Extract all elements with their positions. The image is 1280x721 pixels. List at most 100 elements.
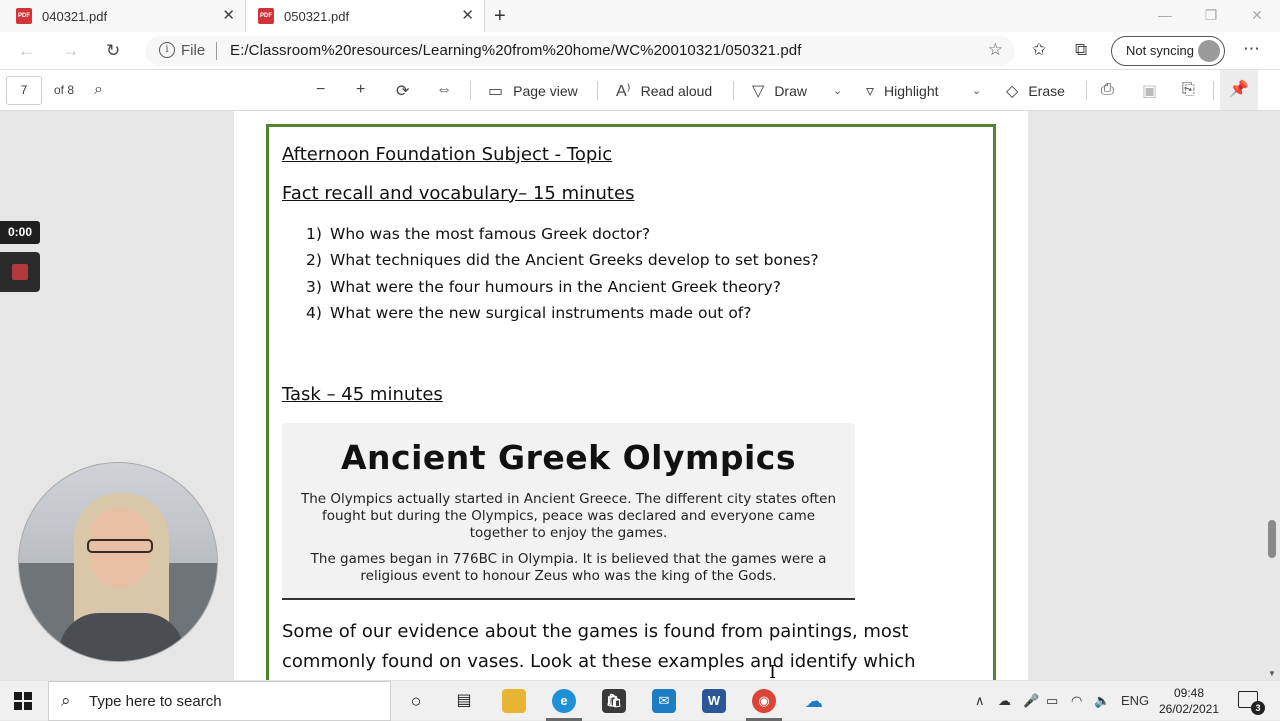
windows-start-icon[interactable] [14,692,32,710]
eraser-icon: ◇ [1006,83,1019,100]
page-total: of 8 [54,83,75,97]
store-icon[interactable]: 🛍 [602,689,626,713]
url-text[interactable]: E:/Classroom%20resources/Learning%20from… [230,42,802,59]
wifi-icon[interactable]: ◠ [1071,693,1082,709]
tab-040321[interactable]: PDF 040321.pdf ✕ [0,0,245,32]
stop-icon [12,264,28,280]
draw-icon: ▽ [752,83,765,100]
toolbar-divider [470,81,471,100]
edge-browser-icon[interactable]: e [552,689,576,713]
search-icon[interactable]: ⌕ [94,81,103,99]
minimize-button[interactable]: — [1142,0,1188,32]
tab-title: 040321.pdf [42,8,108,24]
taskbar-search-input[interactable]: ⌕ Type here to search [48,681,391,721]
erase-button[interactable]: ◇ Erase [1006,81,1065,101]
save-as-icon[interactable]: ⎘ [1182,81,1195,99]
cortana-icon[interactable]: ○ [404,689,428,713]
print-icon[interactable]: ⎙ [1101,81,1114,99]
search-icon: ⌕ [61,691,71,710]
rotate-icon[interactable]: ⟳ [396,81,409,101]
question-list: 1) Who was the most famous Greek doctor? … [306,225,819,330]
stop-recording-button[interactable] [0,252,40,292]
collections-icon[interactable]: ⧉ [1075,40,1087,60]
microphone-icon[interactable]: 🎤 [1023,693,1039,709]
toolbar-divider [597,81,598,100]
page-view-icon: ▭ [488,83,504,100]
new-tab-button[interactable]: + [494,5,506,28]
list-item: 2) What techniques did the Ancient Greeks… [306,251,819,270]
volume-icon[interactable]: 🔈 [1094,693,1110,709]
toolbar-divider [1213,81,1214,100]
banner-paragraph: The Olympics actually started in Ancient… [300,491,837,541]
cloud-tray-icon[interactable]: ☁ [998,693,1011,709]
page-number-input[interactable]: 7 [6,76,42,105]
avatar [1198,40,1220,62]
zoom-out-icon[interactable]: − [316,81,325,99]
pdf-toolbar: 7 of 8 ⌕ − + ⟳ ⇔ ▭ Page view A⁾ Read alo… [0,70,1280,111]
notifications-icon[interactable]: 3 [1238,691,1265,715]
fit-page-icon[interactable]: ⇔ [436,81,452,99]
banner-title: Ancient Greek Olympics [340,438,796,477]
notification-count-badge: 3 [1251,701,1265,715]
sync-label: Not syncing [1126,43,1194,58]
draw-label: Draw [774,83,807,99]
task-view-icon[interactable]: ▤ [452,689,476,713]
onedrive-icon[interactable]: ☁ [802,689,826,713]
highlight-options-chevron-icon[interactable]: ⌄ [972,84,981,97]
close-tab-icon[interactable]: ✕ [222,8,235,24]
banner-paragraph: The games began in 776BC in Olympia. It … [310,551,827,584]
mail-icon[interactable]: ✉ [652,689,676,713]
page-view-label: Page view [513,83,578,99]
task-heading: Task – 45 minutes [282,384,443,405]
url-divider [216,42,217,60]
word-icon[interactable]: W [702,689,726,713]
clock-time: 09:48 [1173,686,1205,700]
pdf-file-icon: PDF [16,8,32,24]
tab-title: 050321.pdf [284,8,350,24]
chrome-icon[interactable]: ◉ [752,689,776,713]
clock[interactable]: 09:48 26/02/2021 [1152,685,1226,717]
scrollbar-thumb[interactable] [1268,520,1276,558]
toolbar-divider [733,81,734,100]
highlight-button[interactable]: ▿ Highlight [866,81,939,101]
pdf-file-icon: PDF [258,8,274,24]
highlight-icon: ▿ [866,83,875,100]
more-menu-icon[interactable]: ⋯ [1243,39,1260,59]
save-icon[interactable]: ▣ [1142,81,1157,101]
add-favorite-icon[interactable]: ☆ [988,40,1003,60]
profile-sync-button[interactable]: Not syncing [1111,36,1225,66]
forward-arrow-icon[interactable]: → [62,41,79,61]
olympics-banner-image: Ancient Greek Olympics The Olympics actu… [282,423,855,600]
file-explorer-icon[interactable] [502,689,526,713]
url-field[interactable]: i File E:/Classroom%20resources/Learning… [145,36,1015,66]
read-aloud-label: Read aloud [640,83,713,99]
read-aloud-icon: A⁾ [616,83,631,100]
back-arrow-icon[interactable]: ← [18,41,35,61]
pdf-page: Afternoon Foundation Subject - Topic Fac… [234,111,1028,704]
window-controls: — ❐ ✕ [1142,0,1280,32]
address-bar: ← → ↻ i File E:/Classroom%20resources/Le… [0,32,1280,70]
read-aloud-button[interactable]: A⁾ Read aloud [616,81,712,101]
list-item: 3) What were the four humours in the Anci… [306,277,781,296]
draw-options-chevron-icon[interactable]: ⌄ [833,84,842,97]
tab-050321[interactable]: PDF 050321.pdf ✕ [245,0,485,32]
close-tab-icon[interactable]: ✕ [461,8,474,24]
zoom-in-icon[interactable]: + [356,81,365,99]
battery-icon[interactable]: ▭ [1046,693,1058,709]
restore-button[interactable]: ❐ [1188,0,1234,32]
list-item: 4) What were the new surgical instruments… [306,303,752,322]
pin-toolbar-icon[interactable]: 📌 [1220,70,1258,110]
language-indicator[interactable]: ENG [1121,693,1149,708]
tab-strip: PDF 040321.pdf ✕ PDF 050321.pdf ✕ + — ❐ … [0,0,1280,32]
show-hidden-icons-icon[interactable]: ∧ [975,693,985,709]
draw-button[interactable]: ▽ Draw [752,81,807,101]
scroll-down-arrow-icon[interactable]: ▼ [1268,669,1276,678]
close-window-button[interactable]: ✕ [1234,0,1280,32]
clock-date: 26/02/2021 [1158,702,1220,716]
scrollbar[interactable]: ▼ [1264,111,1280,680]
list-item: 1) Who was the most famous Greek doctor? [306,225,651,243]
info-icon[interactable]: i [159,42,175,58]
favorites-icon[interactable]: ✩ [1032,40,1046,60]
refresh-icon[interactable]: ↻ [106,41,120,61]
page-view-button[interactable]: ▭ Page view [488,81,578,101]
